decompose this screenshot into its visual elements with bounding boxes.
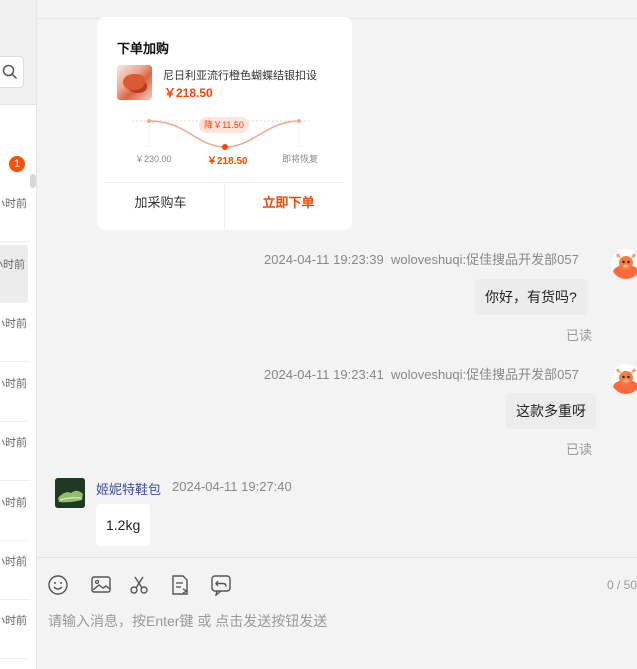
price-drop-tag: 降￥11.50 — [199, 117, 249, 133]
avatar[interactable] — [55, 478, 85, 508]
product-price: ￥218.50 — [164, 86, 213, 100]
emoji-icon — [48, 575, 68, 595]
document-icon — [172, 575, 189, 595]
buy-now-button[interactable]: 立即下单 — [225, 183, 352, 230]
conversation-item[interactable]: 小时前 — [0, 601, 30, 659]
bull-avatar-icon — [613, 253, 637, 279]
message-bubble-outgoing: 你好，有货吗? — [475, 279, 587, 315]
shoe-avatar-icon — [55, 478, 85, 508]
message-sender: woloveshuqi:促佳搜品开发部057 — [390, 367, 579, 382]
conversation-time: 小时前 — [0, 437, 27, 449]
conversation-item[interactable]: 小时前 — [0, 364, 30, 422]
conversation-item[interactable]: 小时前 — [0, 423, 30, 481]
emoji-button[interactable] — [47, 574, 69, 596]
screenshot-button[interactable] — [128, 574, 150, 596]
message-meta: 2024-04-11 19:23:41 woloveshuqi:促佳搜品开发部0… — [264, 364, 579, 383]
image-button[interactable] — [90, 574, 112, 596]
conversation-item-active[interactable]: 小时前 — [0, 245, 28, 303]
chart-label-end: 即将恢复 — [282, 154, 319, 164]
avatar[interactable] — [611, 249, 637, 279]
conversation-time: 小时前 — [0, 259, 25, 271]
sidebar-scrollbar[interactable] — [30, 174, 36, 188]
unread-badge: 1 — [9, 156, 25, 172]
conversation-time: 小时前 — [0, 497, 27, 509]
conversation-item[interactable]: 小时前 — [0, 542, 30, 600]
conversation-sidebar: 1 小时前 小时前 小时前 小时前 小时前 小时前 小时前 小时前 — [0, 0, 37, 669]
sidebar-search-area — [0, 0, 36, 105]
read-status: 已读 — [566, 328, 593, 343]
conversation-time: 小时前 — [0, 198, 27, 210]
message-sender[interactable]: 姬妮特鞋包 — [96, 479, 161, 498]
message-sender: woloveshuqi:促佳搜品开发部057 — [390, 252, 579, 267]
file-button[interactable] — [169, 574, 191, 596]
add-to-cart-button[interactable]: 加采购车 — [97, 183, 224, 230]
search-input[interactable] — [0, 56, 24, 88]
message-time: 2024-04-11 19:23:41 — [264, 367, 384, 382]
share-button[interactable] — [210, 574, 232, 597]
message-meta: 2024-04-11 19:23:39 woloveshuqi:促佳搜品开发部0… — [264, 249, 579, 268]
share-icon — [211, 575, 231, 597]
avatar[interactable] — [611, 364, 637, 394]
product-thumbnail[interactable] — [117, 65, 152, 100]
conversation-time: 小时前 — [0, 378, 27, 390]
search-icon — [2, 64, 18, 80]
conversation-time: 小时前 — [0, 556, 27, 568]
conversation-item[interactable]: 小时前 — [0, 304, 30, 362]
conversation-time: 小时前 — [0, 615, 27, 627]
conversation-item[interactable]: 小时前 — [0, 483, 30, 541]
char-counter: 0 / 50 — [607, 578, 637, 592]
message-input[interactable]: 请输入消息，按Enter键 或 点击发送按钮发送 — [48, 611, 327, 631]
order-card-title: 下单加购 — [117, 41, 170, 56]
order-card: 下单加购 尼日利亚流行橙色蝴蝶结银扣设 ￥218.50 降￥11.50 ￥230… — [97, 17, 352, 230]
conversation-time: 小时前 — [0, 318, 27, 330]
read-status: 已读 — [566, 442, 593, 457]
message-bubble-incoming: 1.2kg — [96, 504, 151, 546]
composer-divider — [37, 557, 637, 558]
chart-label-current: ￥218.50 — [207, 156, 248, 167]
product-name[interactable]: 尼日利亚流行橙色蝴蝶结银扣设 — [163, 67, 317, 83]
bull-avatar-icon — [613, 368, 637, 394]
message-time: 2024-04-11 19:23:39 — [264, 252, 384, 267]
scissors-icon — [130, 576, 148, 594]
message-bubble-outgoing: 这款多重呀 — [506, 393, 596, 429]
image-icon — [91, 576, 111, 593]
conversation-item[interactable]: 小时前 — [0, 184, 30, 242]
message-time: 2024-04-11 19:27:40 — [172, 479, 292, 494]
chart-label-start: ￥230.00 — [135, 154, 172, 164]
